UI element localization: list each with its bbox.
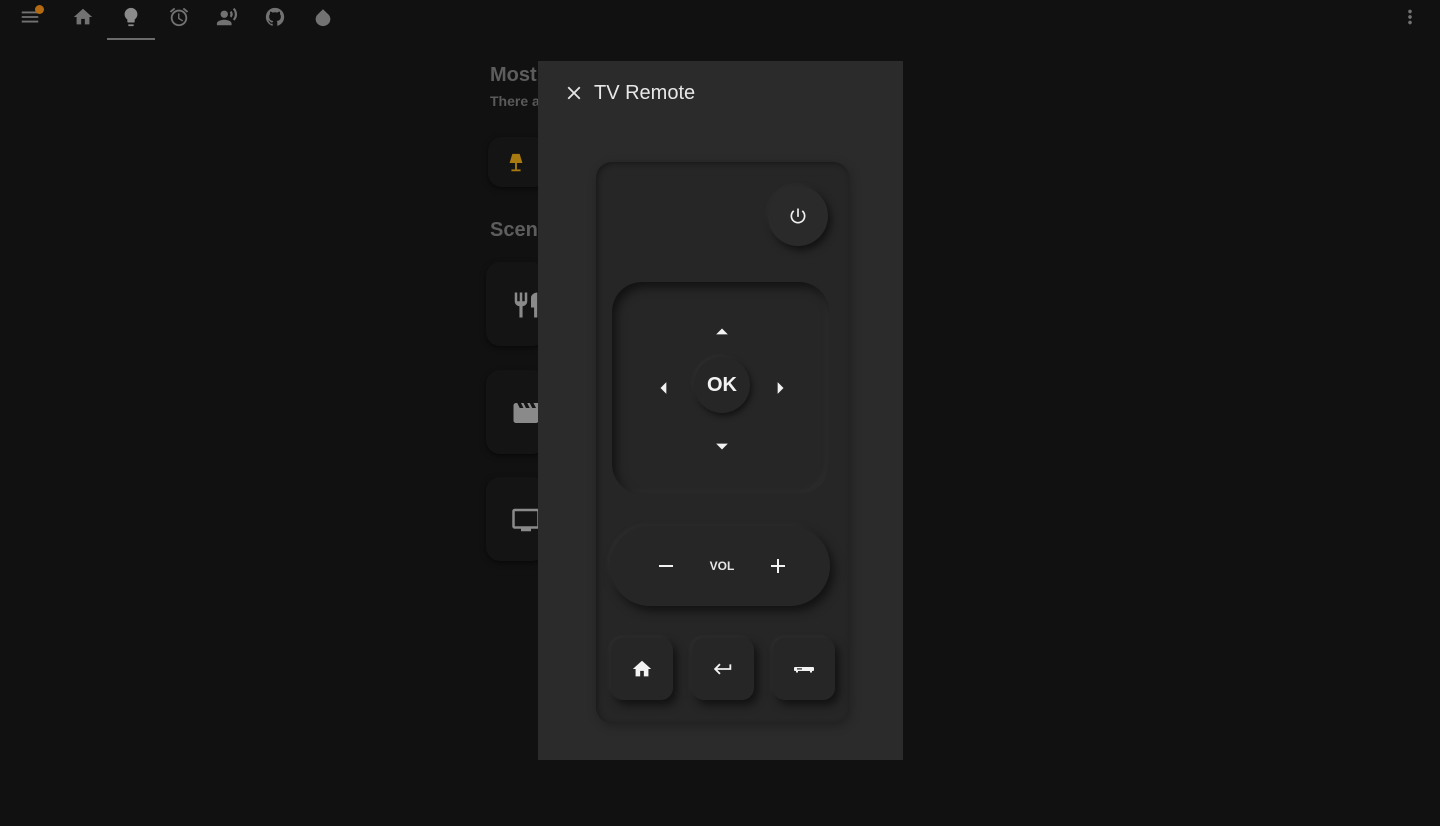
active-tab-indicator (107, 38, 155, 40)
power-button[interactable] (768, 186, 828, 246)
direction-pad: OK (612, 282, 829, 494)
minus-icon (659, 565, 673, 567)
notification-dot (35, 5, 44, 14)
tab-voice[interactable] (212, 2, 242, 32)
tab-home[interactable] (68, 2, 98, 32)
section-subheading: There a (490, 93, 540, 109)
close-button[interactable] (560, 81, 588, 105)
alarm-icon (169, 7, 189, 27)
scene-card-tv[interactable] (486, 477, 546, 561)
volume-control: VOL (610, 526, 830, 606)
voice-icon (216, 7, 238, 26)
scene-card-movie[interactable] (486, 370, 546, 454)
close-icon (567, 86, 581, 100)
return-icon (713, 663, 732, 675)
arrow-left-icon (660, 382, 667, 394)
home-button[interactable] (611, 638, 673, 700)
tab-alarms[interactable] (164, 2, 194, 32)
lightbulb-icon (124, 7, 138, 27)
source-button[interactable] (773, 638, 835, 700)
tab-github[interactable] (260, 2, 290, 32)
volume-up-button[interactable] (758, 546, 798, 586)
right-button[interactable] (762, 370, 798, 406)
remote-body: OK VOL (596, 162, 849, 723)
tv-icon (512, 508, 540, 532)
more-options-button[interactable] (1395, 2, 1425, 32)
github-icon (265, 7, 285, 26)
scene-card-dinner[interactable] (486, 262, 546, 346)
left-button[interactable] (646, 370, 682, 406)
down-button[interactable] (704, 428, 740, 464)
clapperboard-icon (513, 403, 539, 423)
power-icon (790, 208, 806, 224)
volume-down-button[interactable] (646, 546, 686, 586)
more-vert-icon (1408, 9, 1412, 25)
section-heading-most-used: Most (490, 64, 537, 86)
volume-label: VOL (709, 559, 735, 573)
tab-water[interactable] (308, 2, 338, 32)
plus-icon (771, 559, 785, 573)
dialog-title: TV Remote (594, 82, 696, 104)
lamp-icon (509, 153, 523, 172)
arrow-right-icon (777, 382, 784, 394)
set-top-box-icon (794, 667, 814, 673)
home-icon (73, 8, 93, 25)
arrow-up-icon (716, 328, 728, 335)
tab-lights[interactable] (116, 2, 146, 32)
arrow-down-icon (716, 443, 728, 450)
silverware-icon (514, 292, 538, 318)
tv-remote-dialog: TV Remote OK VOL (538, 61, 903, 760)
top-toolbar (0, 0, 1440, 40)
up-button[interactable] (704, 314, 740, 350)
water-drop-icon (315, 9, 331, 27)
ok-button[interactable]: OK (694, 357, 750, 413)
home-icon (632, 660, 652, 677)
back-button[interactable] (692, 638, 754, 700)
